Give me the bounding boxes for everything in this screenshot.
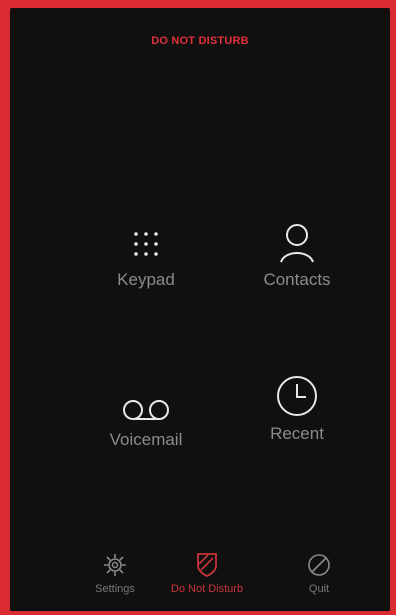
status-banner: DO NOT DISTURB: [151, 35, 249, 47]
shield-icon: [152, 550, 262, 580]
recent-label: Recent: [270, 424, 324, 443]
keypad-label: Keypad: [117, 270, 175, 289]
contacts-button[interactable]: Contacts: [232, 216, 362, 290]
quit-icon: [264, 550, 374, 580]
voicemail-label: Voicemail: [109, 430, 183, 449]
quit-label: Quit: [308, 583, 330, 595]
keypad-icon: [81, 216, 211, 264]
contacts-icon: [232, 216, 362, 264]
app-screen: DO NOT DISTURB Keypad Contacts Voicemail…: [10, 8, 390, 611]
do-not-disturb-button[interactable]: Do Not Disturb: [152, 550, 262, 595]
quit-button[interactable]: Quit: [264, 550, 374, 595]
voicemail-icon: [81, 376, 211, 424]
do-not-disturb-label: Do Not Disturb: [170, 583, 244, 595]
contacts-label: Contacts: [263, 270, 331, 289]
recent-button[interactable]: Recent: [232, 370, 362, 444]
bottom-bar: Settings Do Not Disturb Quit: [10, 537, 390, 611]
clock-icon: [232, 370, 362, 418]
keypad-button[interactable]: Keypad: [81, 216, 211, 290]
voicemail-button[interactable]: Voicemail: [81, 376, 211, 450]
